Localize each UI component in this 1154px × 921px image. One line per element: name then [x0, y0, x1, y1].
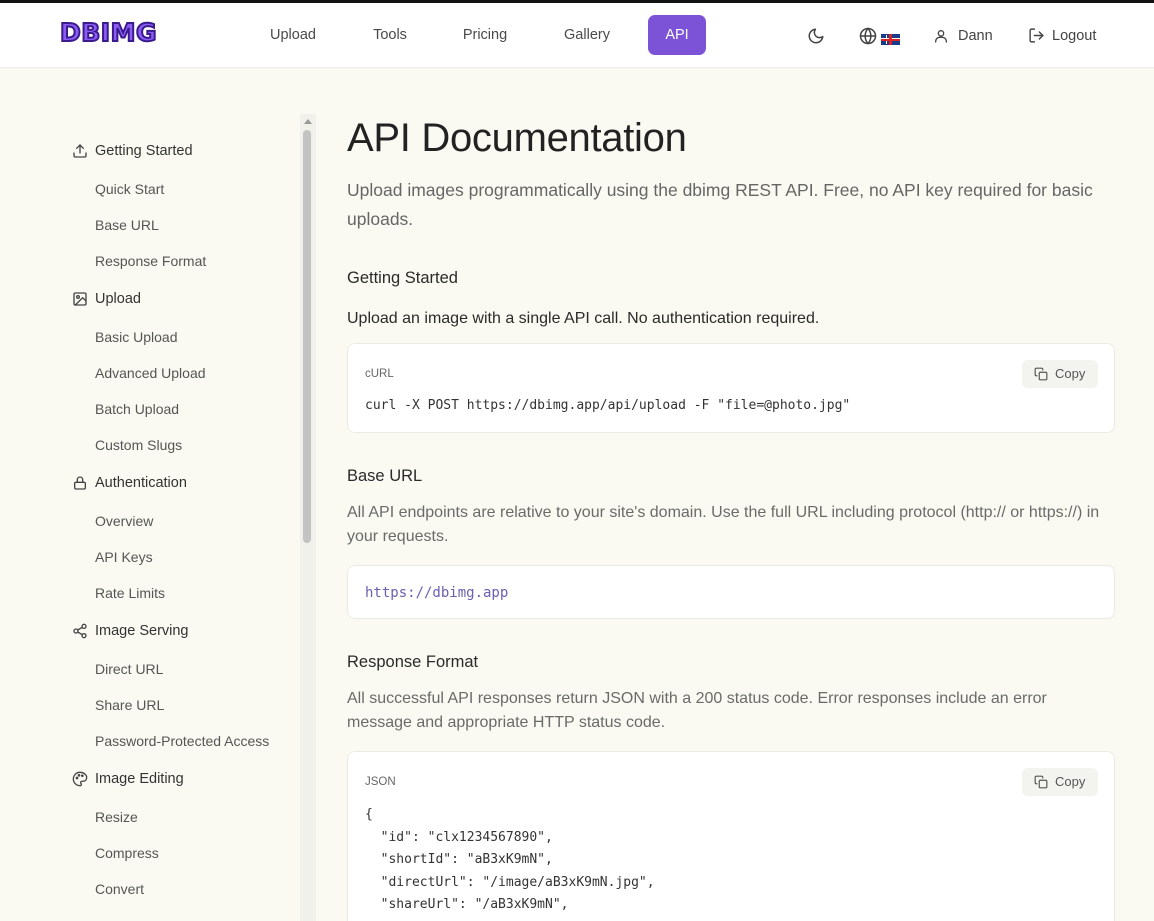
moon-icon[interactable] [807, 27, 825, 45]
sidebar-item-overview[interactable]: Overview [95, 513, 153, 529]
sidebar-item-api-keys[interactable]: API Keys [95, 549, 153, 565]
nav-api[interactable]: API [648, 15, 706, 55]
code-block-json: JSON Copy { "id": "clx1234567890", "shor… [347, 751, 1115, 921]
image-icon [73, 292, 87, 306]
sidebar-item-share-url[interactable]: Share URL [95, 697, 164, 713]
logout-icon[interactable] [1028, 27, 1045, 44]
sidebar-item-quick-start[interactable]: Quick Start [95, 181, 164, 197]
user-name[interactable]: Dann [958, 27, 993, 45]
code-block-base-url: https://dbimg.app [347, 565, 1115, 619]
site-header: DBIMG Upload Tools Pricing Gallery API D… [0, 3, 1154, 68]
code-block-curl: cURL Copy curl -X POST https://dbimg.app… [347, 343, 1115, 433]
user-icon[interactable] [933, 28, 949, 44]
copy-button-label: Copy [1055, 366, 1086, 381]
nav-gallery[interactable]: Gallery [552, 15, 622, 55]
page-title: API Documentation [347, 116, 687, 160]
sidebar-item-basic-upload[interactable]: Basic Upload [95, 329, 178, 345]
sidebar-group-label: Upload [95, 291, 141, 307]
sidebar-item-password-protected-access[interactable]: Password-Protected Access [95, 733, 269, 749]
section-heading-base-url: Base URL [347, 467, 423, 485]
copy-button[interactable]: Copy [1022, 360, 1098, 388]
section-heading-getting-started: Getting Started [347, 269, 458, 287]
page-lead: Upload images programmatically using the… [347, 180, 1093, 229]
section-heading-response-format: Response Format [347, 653, 479, 671]
sidebar-item-resize[interactable]: Resize [95, 809, 138, 825]
palette-icon [72, 771, 88, 787]
nav-pricing[interactable]: Pricing [450, 15, 520, 55]
sidebar-group-label: Image Serving [95, 623, 189, 639]
sidebar-item-convert[interactable]: Convert [95, 881, 144, 897]
nav-tools[interactable]: Tools [360, 15, 420, 55]
logout-link[interactable]: Logout [1052, 27, 1096, 45]
copy-button[interactable]: Copy [1022, 768, 1098, 796]
sidebar-scrollbar-thumb[interactable] [303, 130, 311, 543]
docs-sidebar: Getting Started Quick Start Base URL Res… [0, 68, 300, 921]
sidebar-item-custom-slugs[interactable]: Custom Slugs [95, 437, 182, 453]
section-text-response-format: All successful API responses return JSON… [347, 690, 1047, 731]
sidebar-item-base-url[interactable]: Base URL [95, 217, 159, 233]
nav-upload[interactable]: Upload [258, 15, 328, 55]
globe-icon[interactable] [859, 27, 877, 45]
section-text-base-url: All API endpoints are relative to your s… [347, 504, 1100, 545]
code-content: curl -X POST https://dbimg.app/api/uploa… [365, 398, 851, 413]
section-text-getting-started: Upload an image with a single API call. … [347, 310, 820, 327]
scroll-up-arrow[interactable] [304, 119, 312, 124]
sidebar-item-direct-url[interactable]: Direct URL [95, 661, 163, 677]
copy-icon [1034, 775, 1048, 789]
share-icon [73, 623, 87, 639]
sidebar-item-compress[interactable]: Compress [95, 845, 159, 861]
uk-flag-icon[interactable] [881, 34, 900, 45]
sidebar-group-label: Image Editing [95, 771, 184, 787]
copy-icon [1034, 367, 1048, 381]
upload-icon [73, 144, 87, 158]
sidebar-item-response-format[interactable]: Response Format [95, 253, 206, 269]
brand-logo[interactable]: DBIMG [59, 17, 158, 48]
code-language-label: JSON [365, 776, 396, 788]
code-language-label: cURL [365, 368, 394, 380]
sidebar-group-label: Authentication [95, 475, 187, 491]
sidebar-item-batch-upload[interactable]: Batch Upload [95, 401, 179, 417]
lock-icon [74, 476, 86, 490]
sidebar-group-label: Getting Started [95, 143, 193, 159]
sidebar-item-rate-limits[interactable]: Rate Limits [95, 585, 165, 601]
base-url-value: https://dbimg.app [365, 585, 509, 601]
copy-button-label: Copy [1055, 774, 1086, 789]
sidebar-item-advanced-upload[interactable]: Advanced Upload [95, 365, 206, 381]
code-content: { "id": "clx1234567890", "shortId": "aB3… [365, 807, 655, 921]
